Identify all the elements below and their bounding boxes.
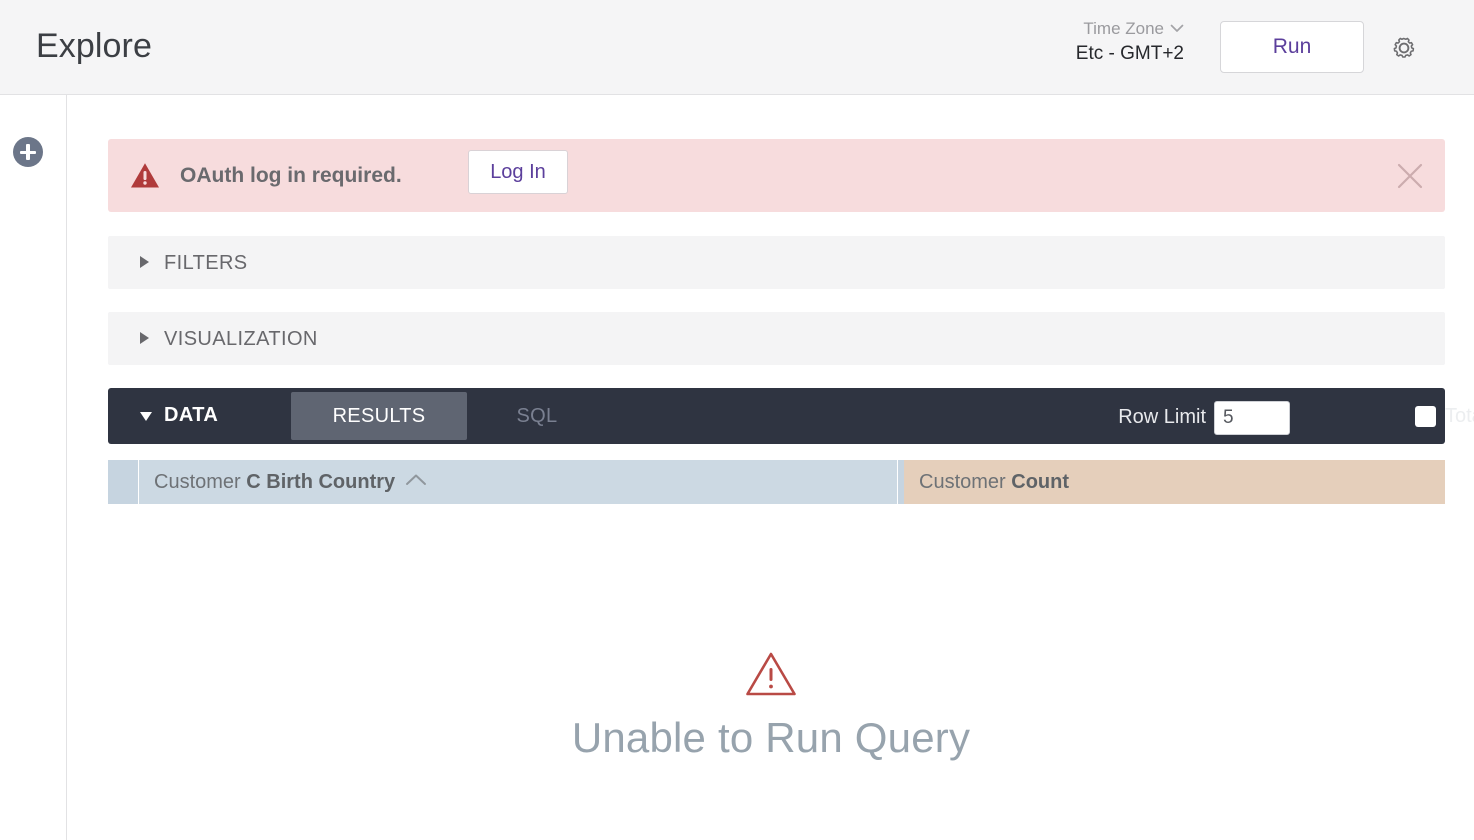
oauth-alert-message: OAuth log in required. [180,161,402,190]
page-title: Explore [36,24,152,68]
row-limit-label: Row Limit [1118,404,1206,430]
empty-state: Unable to Run Query [68,651,1474,765]
plus-vertical-bar [26,144,30,160]
chevron-up-icon [405,467,427,494]
tab-sql[interactable]: SQL [467,392,607,440]
visualization-section-label: VISUALIZATION [164,326,318,352]
plus-circle-icon[interactable] [13,137,43,167]
filters-section-label: FILTERS [164,250,248,276]
gear-icon[interactable] [1386,30,1422,66]
warning-triangle-outline-icon [745,651,797,697]
log-in-button[interactable]: Log In [468,150,568,194]
row-limit-input[interactable] [1214,401,1290,435]
tab-results[interactable]: RESULTS [291,392,467,440]
totals-label: Totals [1445,403,1474,430]
timezone-label: Time Zone [1083,19,1164,38]
tab-data[interactable]: DATA [108,388,291,444]
run-button[interactable]: Run [1220,21,1364,73]
caret-down-icon [140,412,152,421]
column-header-measure-label: Customer Count [919,469,1069,496]
dimension-field-name: C Birth Country [246,471,395,493]
timezone-label-row: Time Zone [1034,18,1184,40]
empty-state-title: Unable to Run Query [68,711,1474,765]
results-table-header: Customer C Birth Country Customer Count [108,460,1445,504]
column-header-dimension-label: Customer C Birth Country [154,469,427,496]
app-header: Explore Time Zone Etc - GMT+2 Run [0,0,1474,95]
data-tabbar: DATA RESULTS SQL Row Limit Totals [108,388,1445,444]
column-header-measure[interactable]: Customer Count [904,460,1445,504]
close-icon[interactable] [1395,161,1425,191]
measure-field-name: Count [1011,471,1069,493]
caret-right-icon [140,332,149,344]
tab-data-label: DATA [164,402,218,429]
tab-results-label: RESULTS [291,404,467,429]
oauth-alert-banner: OAuth log in required. Log In [108,139,1445,212]
measure-view-name: Customer [919,471,1006,493]
timezone-value: Etc - GMT+2 [1034,41,1184,66]
warning-triangle-icon [130,162,160,189]
visualization-section-header[interactable]: VISUALIZATION [108,312,1445,365]
dimension-view-name: Customer [154,471,241,493]
caret-right-icon [140,256,149,268]
tab-sql-label: SQL [467,404,607,429]
left-rail [0,95,67,840]
main-content: OAuth log in required. Log In FILTERS VI… [68,96,1474,840]
chevron-down-icon [1170,17,1184,39]
filters-section-header[interactable]: FILTERS [108,236,1445,289]
column-header-dimension[interactable]: Customer C Birth Country [139,460,897,504]
timezone-selector[interactable]: Time Zone Etc - GMT+2 [1034,18,1184,66]
totals-checkbox[interactable] [1415,406,1436,427]
row-number-gutter [108,460,138,504]
